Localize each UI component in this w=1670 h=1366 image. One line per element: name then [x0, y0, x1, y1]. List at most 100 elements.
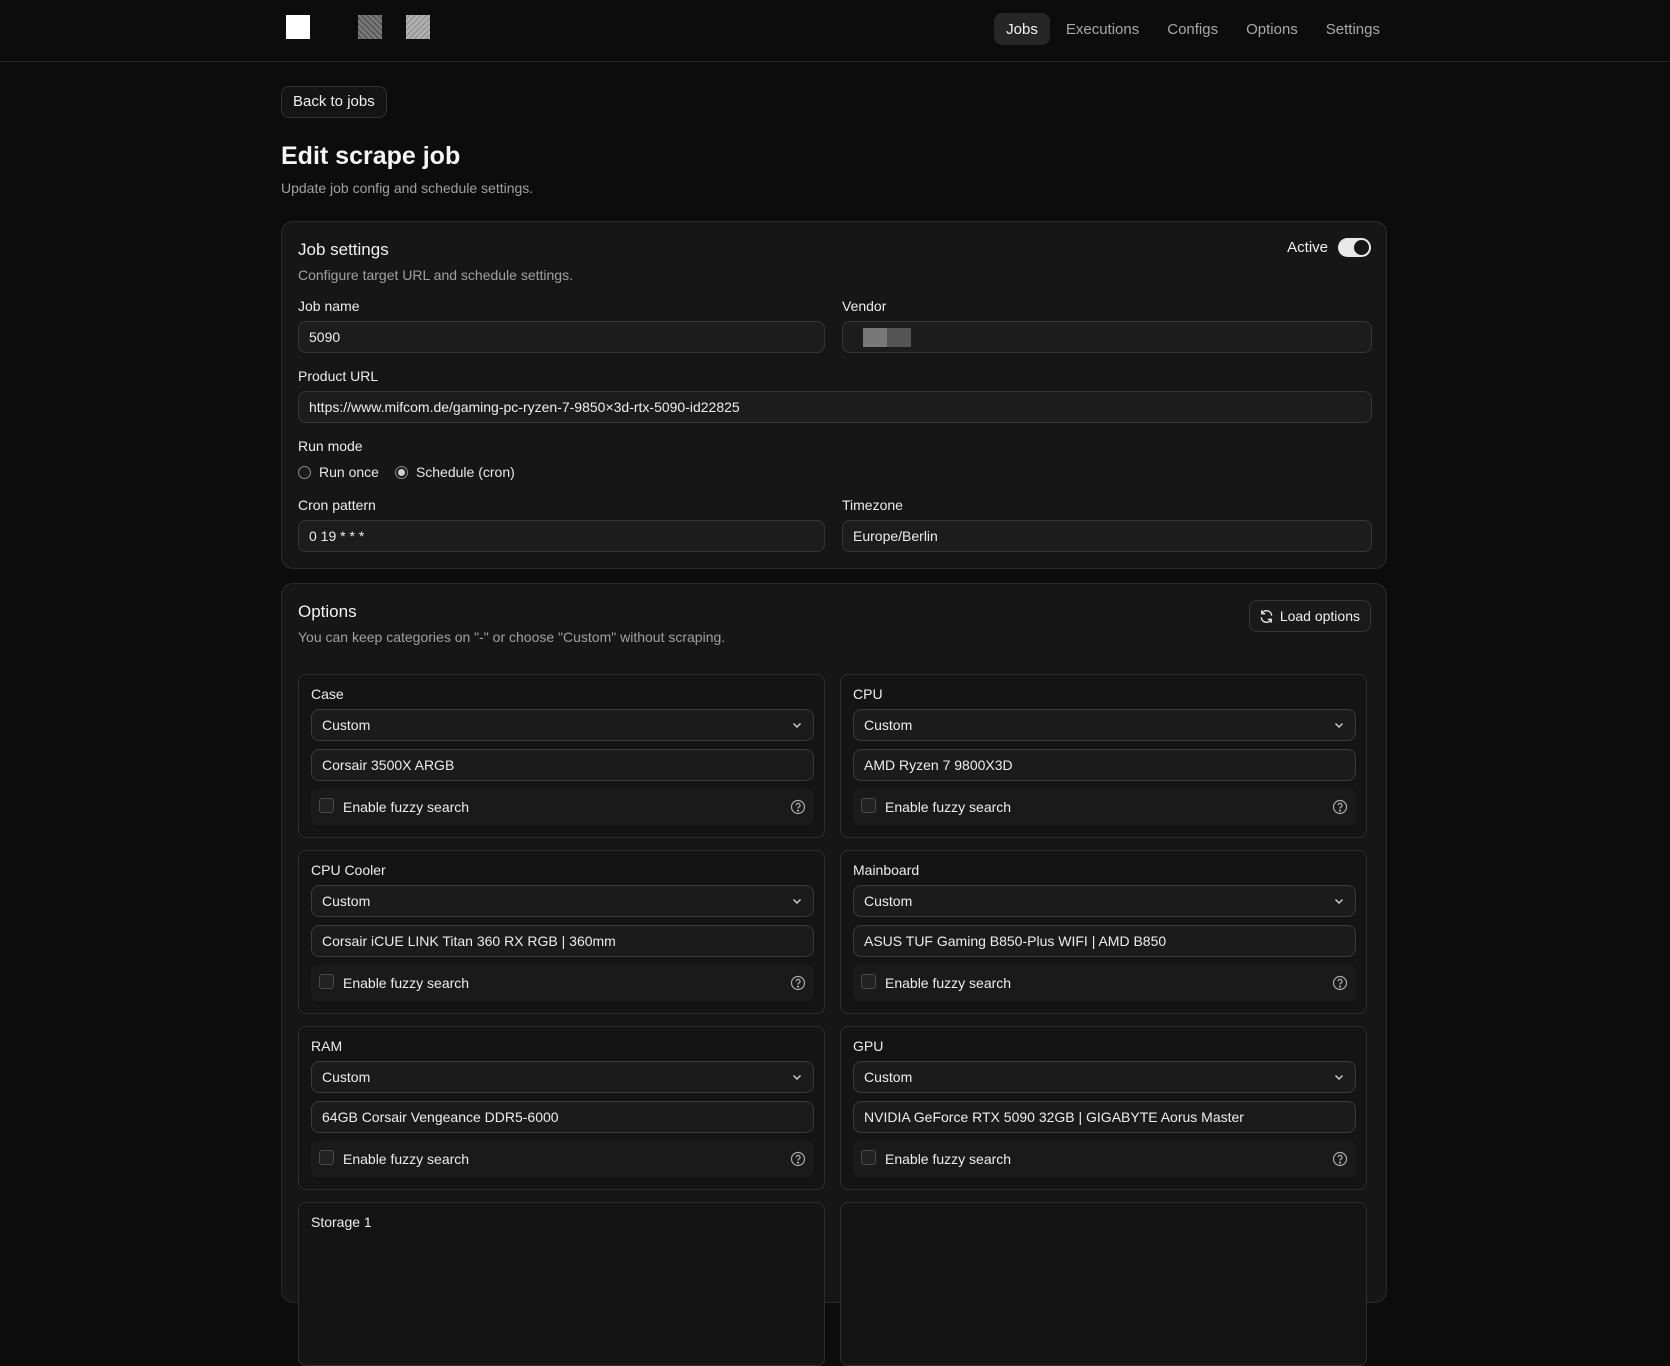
active-label: Active [1287, 239, 1328, 256]
page-subtitle: Update job config and schedule settings. [281, 180, 534, 196]
options-title: Options [298, 602, 357, 621]
options-subtitle: You can keep categories on "-" or choose… [298, 629, 726, 645]
toggle-knob [1354, 240, 1369, 255]
option-mode-value: Custom [322, 1069, 371, 1085]
run-mode-group: Run once Schedule (cron) [298, 464, 515, 480]
option-mode-select[interactable]: Custom [853, 709, 1356, 741]
option-value-input[interactable]: ASUS TUF Gaming B850-Plus WIFI | AMD B85… [853, 925, 1356, 957]
option-next [840, 1202, 1367, 1366]
product-url-input[interactable]: https://www.mifcom.de/gaming-pc-ryzen-7-… [298, 391, 1372, 423]
fuzzy-search-row: Enable fuzzy search [853, 965, 1356, 1001]
fuzzy-search-row: Enable fuzzy search [853, 1141, 1356, 1177]
option-mode-select[interactable]: Custom [311, 1061, 814, 1093]
option-case: Case Custom Corsair 3500X ARGB Enable fu… [298, 674, 825, 838]
job-settings-title: Job settings [298, 240, 389, 259]
cron-pattern-label: Cron pattern [298, 497, 376, 513]
option-title: Mainboard [853, 862, 920, 878]
fuzzy-search-checkbox[interactable] [319, 1150, 334, 1165]
chevron-down-icon [1335, 1075, 1343, 1080]
fuzzy-search-checkbox[interactable] [861, 798, 876, 813]
fuzzy-search-label: Enable fuzzy search [343, 975, 470, 991]
option-value-input[interactable]: AMD Ryzen 7 9800X3D [853, 749, 1356, 781]
fuzzy-search-label: Enable fuzzy search [343, 799, 470, 815]
option-title: CPU [853, 686, 883, 702]
option-value-input[interactable]: NVIDIA GeForce RTX 5090 32GB | GIGABYTE … [853, 1101, 1356, 1133]
option-mainboard: Mainboard Custom ASUS TUF Gaming B850-Pl… [840, 850, 1367, 1014]
chevron-down-icon [1335, 723, 1343, 728]
option-mode-select[interactable]: Custom [853, 885, 1356, 917]
option-storage-1: Storage 1 [298, 1202, 825, 1366]
option-title: Case [311, 686, 344, 702]
option-value-input[interactable]: Corsair 3500X ARGB [311, 749, 814, 781]
refresh-icon [1260, 609, 1273, 623]
help-circle-icon[interactable] [1332, 799, 1348, 815]
help-circle-icon[interactable] [1332, 1151, 1348, 1167]
vendor-label: Vendor [842, 298, 887, 314]
help-circle-icon[interactable] [790, 799, 806, 815]
option-cpu-cooler: CPU Cooler Custom Corsair iCUE LINK Tita… [298, 850, 825, 1014]
fuzzy-search-row: Enable fuzzy search [311, 1141, 814, 1177]
option-gpu: GPU Custom NVIDIA GeForce RTX 5090 32GB … [840, 1026, 1367, 1190]
option-title: GPU [853, 1038, 884, 1054]
schedule-option[interactable]: Schedule (cron) [394, 464, 515, 480]
option-mode-select[interactable]: Custom [311, 885, 814, 917]
timezone-input[interactable]: Europe/Berlin [842, 520, 1372, 552]
option-mode-value: Custom [322, 717, 371, 733]
option-mode-value: Custom [864, 717, 913, 733]
fuzzy-search-label: Enable fuzzy search [885, 1151, 1012, 1167]
job-name-input[interactable]: 5090 [298, 321, 825, 353]
fuzzy-search-checkbox[interactable] [861, 1150, 876, 1165]
option-mode-value: Custom [322, 893, 371, 909]
product-url-label: Product URL [298, 368, 379, 384]
active-toggle-group: Active [1287, 238, 1371, 257]
fuzzy-search-label: Enable fuzzy search [885, 799, 1012, 815]
fuzzy-search-checkbox[interactable] [319, 798, 334, 813]
help-circle-icon[interactable] [790, 1151, 806, 1167]
option-title: Storage 1 [311, 1214, 372, 1230]
option-value-input[interactable]: 64GB Corsair Vengeance DDR5-6000 [311, 1101, 814, 1133]
page-title: Edit scrape job [281, 142, 461, 170]
top-navbar: Jobs Executions Configs Options Settings [0, 0, 1670, 62]
option-ram: RAM Custom 64GB Corsair Vengeance DDR5-6… [298, 1026, 825, 1190]
logo-white[interactable] [286, 15, 310, 39]
load-options-label: Load options [1279, 608, 1360, 624]
nav-jobs[interactable]: Jobs [994, 13, 1050, 45]
fuzzy-search-row: Enable fuzzy search [853, 789, 1356, 825]
option-mode-select[interactable]: Custom [853, 1061, 1356, 1093]
chevron-down-icon [793, 1075, 801, 1080]
job-settings-subtitle: Configure target URL and schedule settin… [298, 267, 573, 283]
load-options-button[interactable]: Load options [1248, 600, 1371, 632]
run-once-label: Run once [319, 464, 379, 480]
run-once-radio[interactable] [298, 465, 311, 479]
logo-light-gray [406, 15, 430, 39]
option-value-input[interactable]: Corsair iCUE LINK Titan 360 RX RGB | 360… [311, 925, 814, 957]
help-circle-icon[interactable] [790, 975, 806, 991]
help-circle-icon[interactable] [1332, 975, 1348, 991]
schedule-radio[interactable] [394, 465, 408, 479]
chevron-down-icon [793, 899, 801, 904]
vendor-select[interactable] [842, 321, 1372, 353]
option-cpu: CPU Custom AMD Ryzen 7 9800X3D Enable fu… [840, 674, 1367, 838]
active-toggle[interactable] [1338, 238, 1371, 257]
nav-settings[interactable]: Settings [1314, 13, 1392, 45]
fuzzy-search-row: Enable fuzzy search [311, 965, 814, 1001]
nav-options[interactable]: Options [1234, 13, 1310, 45]
fuzzy-search-label: Enable fuzzy search [885, 975, 1012, 991]
fuzzy-search-checkbox[interactable] [319, 974, 334, 989]
run-once-option[interactable]: Run once [298, 464, 379, 480]
schedule-label: Schedule (cron) [415, 464, 515, 480]
nav-executions[interactable]: Executions [1054, 13, 1151, 45]
fuzzy-search-row: Enable fuzzy search [311, 789, 814, 825]
option-title: CPU Cooler [311, 862, 386, 878]
options-card: Options You can keep categories on "-" o… [281, 583, 1387, 1366]
timezone-label: Timezone [842, 497, 903, 513]
fuzzy-search-checkbox[interactable] [861, 974, 876, 989]
nav-configs[interactable]: Configs [1155, 13, 1230, 45]
job-settings-card: Job settings Configure target URL and sc… [281, 221, 1387, 569]
option-mode-select[interactable]: Custom [311, 709, 814, 741]
cron-pattern-input[interactable]: 0 19 * * * [298, 520, 825, 552]
option-mode-value: Custom [864, 893, 913, 909]
vendor-logo [863, 328, 911, 347]
back-to-jobs-button[interactable]: Back to jobs [281, 86, 387, 118]
run-mode-label: Run mode [298, 438, 363, 454]
